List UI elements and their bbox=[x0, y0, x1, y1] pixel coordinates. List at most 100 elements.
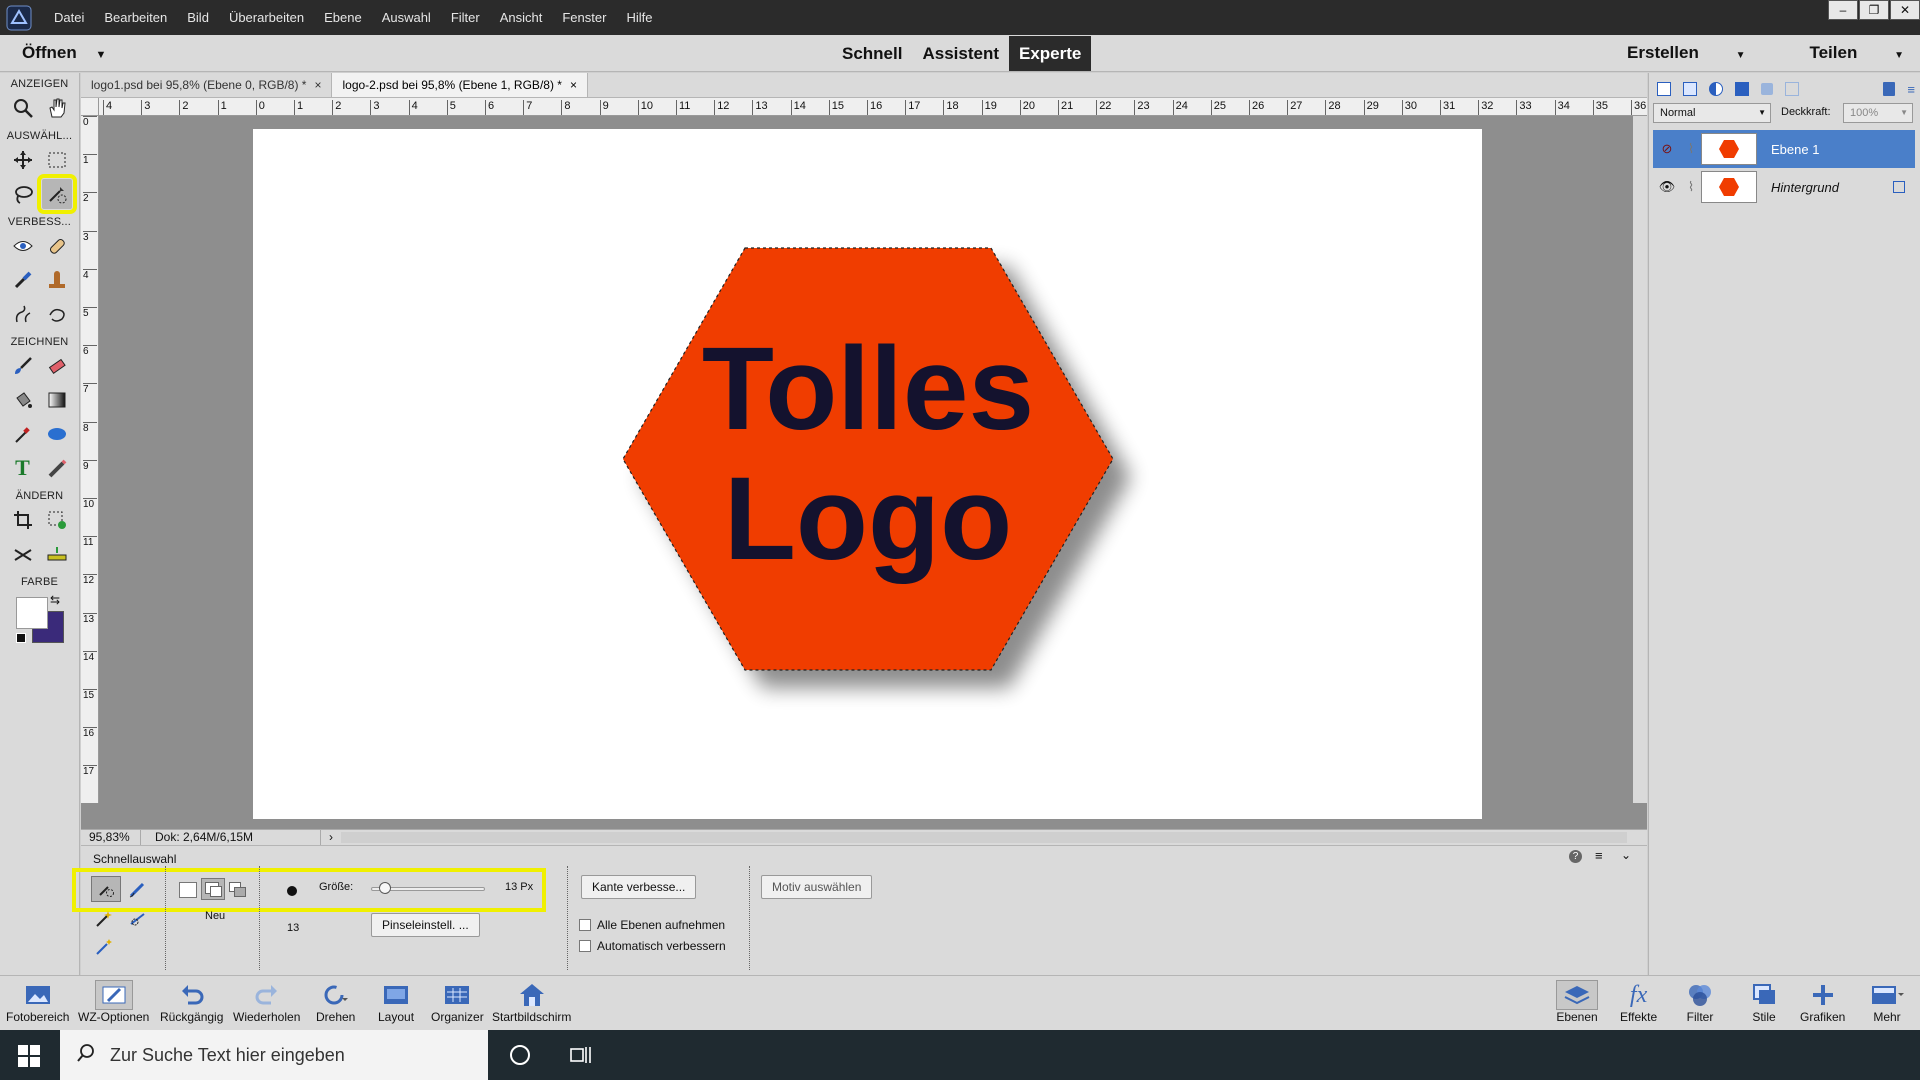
layer-mask-icon[interactable] bbox=[1735, 82, 1749, 96]
open-button[interactable]: Öffnen ▼ bbox=[22, 35, 106, 73]
spot-healing-tool-icon[interactable] bbox=[42, 231, 72, 261]
menu-ansicht[interactable]: Ansicht bbox=[490, 0, 553, 35]
recompose-tool-icon[interactable] bbox=[42, 505, 72, 535]
auto-selection-option-icon[interactable] bbox=[93, 936, 115, 961]
pencil-tool-icon[interactable] bbox=[42, 453, 72, 483]
size-value[interactable]: 13 Px bbox=[505, 881, 533, 893]
help-icon[interactable]: ? bbox=[1569, 850, 1582, 863]
adjustment-layer-icon[interactable] bbox=[1709, 82, 1723, 96]
layer-name[interactable]: Ebene 1 bbox=[1771, 142, 1819, 157]
layer-name[interactable]: Hintergrund bbox=[1771, 180, 1839, 195]
menu-ebene[interactable]: Ebene bbox=[314, 0, 372, 35]
doc-tab-logo1[interactable]: logo1.psd bei 95,8% (Ebene 0, RGB/8) * × bbox=[81, 73, 333, 97]
close-window-button[interactable]: ✕ bbox=[1890, 0, 1920, 20]
refine-brush-option-icon[interactable] bbox=[127, 908, 149, 933]
layer-row-hintergrund[interactable]: 👁 ⌇ Hintergrund bbox=[1653, 168, 1915, 206]
shape-tool-icon[interactable] bbox=[42, 419, 72, 449]
menu-filter[interactable]: Filter bbox=[441, 0, 490, 35]
create-menu[interactable]: Erstellen ▼ bbox=[1595, 35, 1745, 74]
foreground-color-swatch[interactable] bbox=[16, 597, 48, 629]
collapse-chevron-icon[interactable]: ⌄ bbox=[1621, 848, 1631, 862]
graphics-button[interactable]: Grafiken bbox=[1800, 980, 1845, 1024]
add-selection-mode-icon[interactable] bbox=[201, 878, 225, 900]
opacity-input[interactable]: 100% ▼ bbox=[1843, 103, 1913, 123]
clone-stamp-tool-icon[interactable] bbox=[42, 265, 72, 295]
refine-edge-button[interactable]: Kante verbesse... bbox=[581, 875, 697, 899]
menu-bearbeiten[interactable]: Bearbeiten bbox=[94, 0, 177, 35]
blend-mode-select[interactable]: Normal ▼ bbox=[1653, 103, 1771, 123]
lock-transparent-icon[interactable] bbox=[1785, 82, 1799, 96]
size-slider-thumb[interactable] bbox=[378, 882, 391, 894]
background-lock-icon[interactable] bbox=[1893, 181, 1905, 193]
tool-options-button[interactable]: WZ-Optionen bbox=[78, 980, 149, 1024]
photo-bin-button[interactable]: Fotobereich bbox=[6, 980, 69, 1024]
sample-all-layers-checkbox[interactable]: Alle Ebenen aufnehmen bbox=[579, 918, 725, 932]
hand-tool-icon[interactable] bbox=[42, 93, 72, 123]
layout-button[interactable]: Layout bbox=[378, 980, 414, 1024]
close-icon[interactable]: × bbox=[570, 78, 577, 92]
link-icon[interactable]: ⌇ bbox=[1681, 179, 1701, 195]
select-subject-button[interactable]: Motiv auswählen bbox=[761, 875, 873, 899]
new-group-icon[interactable] bbox=[1683, 82, 1697, 96]
menu-bild[interactable]: Bild bbox=[177, 0, 219, 35]
zoom-level[interactable]: 95,83% bbox=[81, 830, 141, 845]
lock-all-icon[interactable] bbox=[1761, 83, 1773, 95]
menu-auswahl[interactable]: Auswahl bbox=[372, 0, 441, 35]
restore-button[interactable]: ❐ bbox=[1859, 0, 1889, 20]
link-icon[interactable]: ⌇ bbox=[1681, 141, 1701, 157]
crop-tool-icon[interactable] bbox=[8, 505, 38, 535]
content-aware-move-tool-icon[interactable] bbox=[8, 539, 38, 569]
brush-tool-icon[interactable] bbox=[8, 351, 38, 381]
styles-button[interactable]: Stile bbox=[1750, 980, 1778, 1024]
close-icon[interactable]: × bbox=[314, 78, 321, 92]
brush-settings-button[interactable]: Pinseleinstell. ... bbox=[371, 913, 480, 937]
menu-ueberarbeiten[interactable]: Überarbeiten bbox=[219, 0, 314, 35]
new-selection-mode-icon[interactable] bbox=[179, 882, 197, 898]
text-tool-icon[interactable]: T bbox=[8, 453, 38, 483]
zoom-tool-icon[interactable] bbox=[8, 93, 38, 123]
options-menu-icon[interactable]: ≡ bbox=[1595, 848, 1603, 863]
layer-row-ebene1[interactable]: ⊘ ⌇ Ebene 1 bbox=[1653, 130, 1915, 168]
menu-hilfe[interactable]: Hilfe bbox=[616, 0, 662, 35]
minimize-button[interactable]: – bbox=[1828, 0, 1858, 20]
taskbar-search-input[interactable]: Zur Suche Text hier eingeben bbox=[60, 1030, 488, 1080]
eyedropper-tool-icon[interactable] bbox=[8, 419, 38, 449]
more-button[interactable]: Mehr bbox=[1870, 980, 1904, 1024]
share-menu[interactable]: Teilen ▼ bbox=[1777, 35, 1904, 74]
subtract-selection-mode-icon[interactable] bbox=[229, 882, 247, 898]
visibility-eye-icon[interactable]: 👁 bbox=[1653, 179, 1681, 195]
quick-selection-tool-icon[interactable] bbox=[36, 174, 77, 214]
new-layer-icon[interactable] bbox=[1657, 82, 1671, 96]
doc-tab-logo2[interactable]: logo-2.psd bei 95,8% (Ebene 1, RGB/8) * × bbox=[332, 73, 588, 97]
selection-brush-option-icon[interactable] bbox=[127, 878, 149, 903]
eye-tool-icon[interactable] bbox=[8, 231, 38, 261]
home-screen-button[interactable]: Startbildschirm bbox=[492, 980, 571, 1024]
redo-button[interactable]: Wiederholen bbox=[233, 980, 300, 1024]
quick-selection-option-icon[interactable] bbox=[91, 876, 121, 902]
smudge-tool-icon[interactable] bbox=[42, 299, 72, 329]
marquee-tool-icon[interactable] bbox=[42, 145, 72, 175]
default-colors-icon[interactable] bbox=[16, 633, 26, 643]
effects-button[interactable]: fx Effekte bbox=[1620, 980, 1657, 1025]
image-canvas[interactable]: Tolles Logo bbox=[253, 129, 1482, 819]
mode-experte[interactable]: Experte bbox=[1009, 36, 1092, 71]
mode-assistent[interactable]: Assistent bbox=[912, 36, 1009, 71]
gradient-tool-icon[interactable] bbox=[42, 385, 72, 415]
swap-colors-icon[interactable]: ⇆ bbox=[50, 593, 60, 607]
mode-schnell[interactable]: Schnell bbox=[832, 36, 912, 71]
organizer-button[interactable]: Organizer bbox=[431, 980, 484, 1024]
rotate-button[interactable]: Drehen bbox=[316, 980, 355, 1024]
undo-button[interactable]: Rückgängig bbox=[160, 980, 223, 1024]
blur-tool-icon[interactable] bbox=[8, 299, 38, 329]
horizontal-scrollbar[interactable] bbox=[341, 832, 1627, 843]
straighten-tool-icon[interactable] bbox=[42, 539, 72, 569]
status-menu-arrow-icon[interactable]: › bbox=[321, 830, 341, 845]
eraser-tool-icon[interactable] bbox=[42, 351, 72, 381]
menu-datei[interactable]: Datei bbox=[44, 0, 94, 35]
task-view-icon[interactable] bbox=[570, 1045, 592, 1065]
paint-bucket-tool-icon[interactable] bbox=[8, 385, 38, 415]
magic-wand-option-icon[interactable] bbox=[93, 908, 115, 933]
panel-menu-icon[interactable]: ≡ bbox=[1907, 82, 1915, 97]
vertical-scrollbar[interactable] bbox=[1633, 116, 1647, 803]
auto-enhance-checkbox[interactable]: Automatisch verbessern bbox=[579, 939, 726, 953]
